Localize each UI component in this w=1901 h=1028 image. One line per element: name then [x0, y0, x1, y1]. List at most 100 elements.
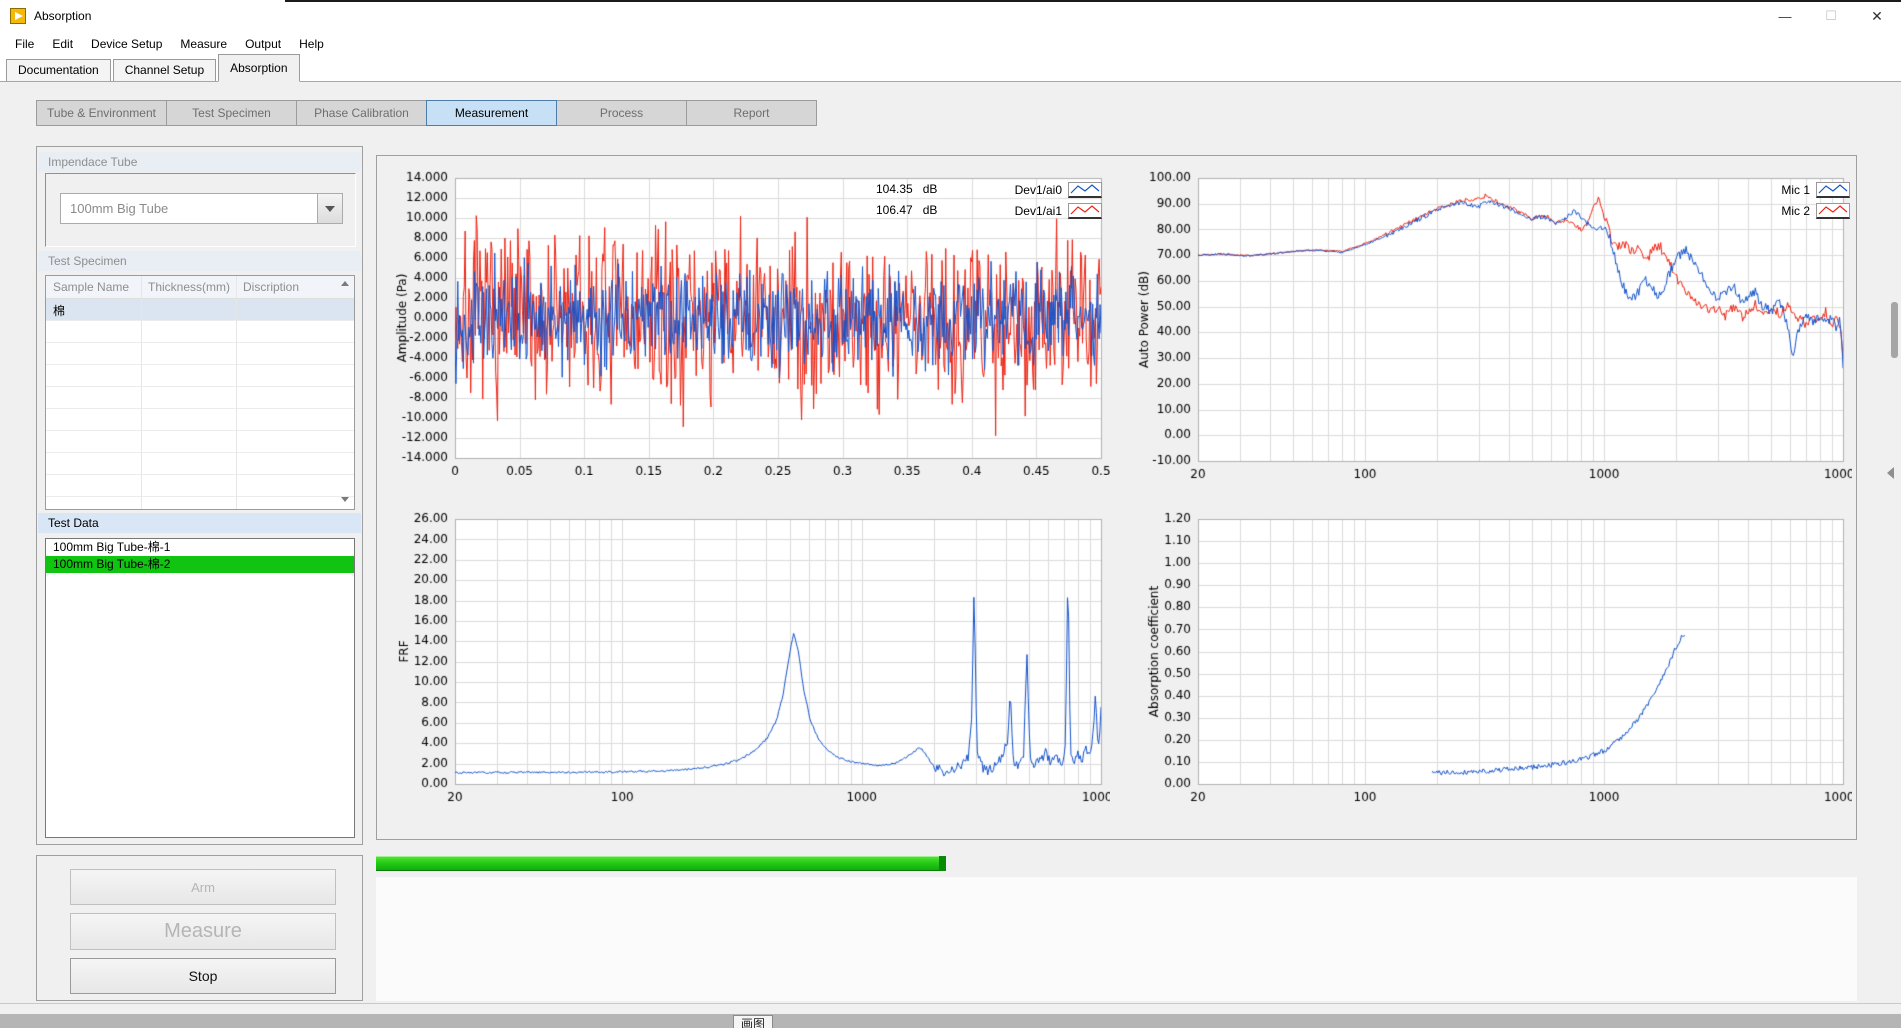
legend-label: Dev1/ai1 — [1000, 204, 1062, 218]
list-item[interactable]: 100mm Big Tube-棉-1 — [46, 539, 354, 556]
scroll-down-icon[interactable] — [341, 497, 349, 502]
main-tab-bar: DocumentationChannel SetupAbsorption — [0, 55, 1901, 82]
tab-documentation[interactable]: Documentation — [6, 59, 111, 81]
subtab-report[interactable]: Report — [686, 100, 817, 126]
subtab-tube-environment[interactable]: Tube & Environment — [36, 100, 167, 126]
legend-label: Dev1/ai0 — [1000, 183, 1062, 197]
scroll-up-icon[interactable] — [341, 281, 349, 286]
stop-button[interactable]: Stop — [70, 958, 336, 994]
test-data-section: Test Data — [38, 513, 361, 533]
impedance-tube-section: Impendace Tube — [38, 152, 361, 172]
readout-value: 104.35 — [876, 182, 913, 196]
table-cell — [141, 299, 236, 320]
chevron-left-icon[interactable] — [1887, 467, 1894, 479]
time-chart-legend: Dev1/ai0 Dev1/ai1 — [1000, 179, 1102, 221]
menu-item-device-setup[interactable]: Device Setup — [82, 35, 171, 53]
caret-down-icon — [325, 206, 335, 212]
lower-blank-panel — [376, 877, 1857, 1001]
table-row-empty — [46, 497, 354, 510]
table-row[interactable]: 棉 — [46, 299, 354, 321]
absorption-coefficient-chart[interactable] — [1128, 503, 1852, 803]
waveform-icon — [1068, 182, 1102, 198]
app-icon — [10, 8, 26, 24]
measurement-progress-bar — [376, 856, 946, 871]
auto-power-chart[interactable] — [1128, 160, 1852, 480]
column-header-discription[interactable]: Discription — [236, 276, 340, 298]
readout-unit: dB — [923, 203, 938, 217]
waveform-icon — [1816, 203, 1850, 219]
impedance-tube-groupbox: 100mm Big Tube — [45, 173, 356, 247]
menu-item-help[interactable]: Help — [290, 35, 333, 53]
menu-bar: FileEditDevice SetupMeasureOutputHelp — [0, 33, 1901, 55]
menu-item-output[interactable]: Output — [236, 35, 290, 53]
test-data-list[interactable]: 100mm Big Tube-棉-1100mm Big Tube-棉-2 — [45, 538, 355, 838]
level-readout: 104.35 dB — [876, 182, 937, 203]
test-specimen-table-header: Sample NameThickness(mm)Discription — [46, 276, 354, 299]
legend-entry-mic-2[interactable]: Mic 2 — [1748, 200, 1850, 221]
window-title: Absorption — [34, 9, 91, 23]
measure-button[interactable]: Measure — [70, 913, 336, 950]
tab-absorption[interactable]: Absorption — [218, 54, 299, 82]
auto-power-legend: Mic 1 Mic 2 — [1748, 179, 1850, 221]
table-row-empty — [46, 365, 354, 387]
sub-tab-bar: Tube & EnvironmentTest SpecimenPhase Cal… — [36, 100, 817, 126]
bottom-strip — [0, 1014, 1901, 1028]
tube-select-dropdown[interactable]: 100mm Big Tube — [60, 193, 343, 224]
table-row-empty — [46, 453, 354, 475]
table-cell — [236, 299, 340, 320]
test-data-label: Test Data — [38, 513, 361, 530]
legend-entry-mic-1[interactable]: Mic 1 — [1748, 179, 1850, 200]
column-divider — [141, 276, 142, 509]
table-row-empty — [46, 475, 354, 497]
readout-unit: dB — [923, 182, 938, 196]
subtab-measurement[interactable]: Measurement — [426, 100, 557, 126]
control-buttons-panel: Arm Measure Stop — [36, 855, 363, 1001]
table-row-empty — [46, 387, 354, 409]
level-readouts: 104.35 dB 106.47 dB — [876, 182, 937, 224]
sidebar-panel: Impendace Tube 100mm Big Tube Test Speci… — [36, 146, 363, 845]
dropdown-arrow-button[interactable] — [317, 194, 342, 223]
menu-item-file[interactable]: File — [6, 35, 43, 53]
table-row-empty — [46, 409, 354, 431]
waveform-icon — [1816, 182, 1850, 198]
menu-item-measure[interactable]: Measure — [171, 35, 236, 53]
title-bar: Absorption — ☐ ✕ — [0, 0, 1901, 33]
test-specimen-table[interactable]: Sample NameThickness(mm)Discription 棉 — [45, 275, 355, 510]
test-specimen-label: Test Specimen — [38, 251, 361, 268]
test-specimen-table-body: 棉 — [46, 299, 354, 510]
arm-button[interactable]: Arm — [70, 869, 336, 905]
minimize-button[interactable]: — — [1762, 0, 1808, 32]
legend-label: Mic 2 — [1748, 204, 1810, 218]
table-row-empty — [46, 343, 354, 365]
column-divider — [236, 276, 237, 509]
play-triangle-icon — [15, 12, 23, 20]
test-specimen-section: Test Specimen — [38, 251, 361, 271]
legend-label: Mic 1 — [1748, 183, 1810, 197]
top-edge-strip — [285, 0, 1901, 2]
legend-entry-dev1-ai1[interactable]: Dev1/ai1 — [1000, 200, 1102, 221]
table-row-empty — [46, 321, 354, 343]
impedance-tube-label: Impendace Tube — [38, 152, 361, 169]
frf-chart[interactable] — [386, 503, 1110, 803]
bottom-divider — [0, 1003, 1901, 1004]
level-readout: 106.47 dB — [876, 203, 937, 224]
tab-channel-setup[interactable]: Channel Setup — [113, 59, 216, 81]
subtab-test-specimen[interactable]: Test Specimen — [166, 100, 297, 126]
tube-select-value: 100mm Big Tube — [61, 201, 317, 216]
close-button[interactable]: ✕ — [1854, 0, 1900, 32]
table-cell: 棉 — [46, 299, 141, 320]
readout-value: 106.47 — [876, 203, 913, 217]
maximize-button[interactable]: ☐ — [1808, 0, 1854, 32]
menu-item-edit[interactable]: Edit — [43, 35, 82, 53]
column-header-sample-name[interactable]: Sample Name — [46, 276, 141, 298]
table-row-empty — [46, 431, 354, 453]
column-header-thickness-mm[interactable]: Thickness(mm) — [141, 276, 236, 298]
bottom-partial-tab[interactable]: 画图 — [733, 1015, 773, 1028]
right-scrollbar-thumb[interactable] — [1891, 302, 1898, 358]
subtab-phase-calibration[interactable]: Phase Calibration — [296, 100, 427, 126]
legend-entry-dev1-ai0[interactable]: Dev1/ai0 — [1000, 179, 1102, 200]
progress-bar-cap — [939, 856, 946, 871]
waveform-icon — [1068, 203, 1102, 219]
subtab-process[interactable]: Process — [556, 100, 687, 126]
list-item[interactable]: 100mm Big Tube-棉-2 — [46, 556, 354, 573]
